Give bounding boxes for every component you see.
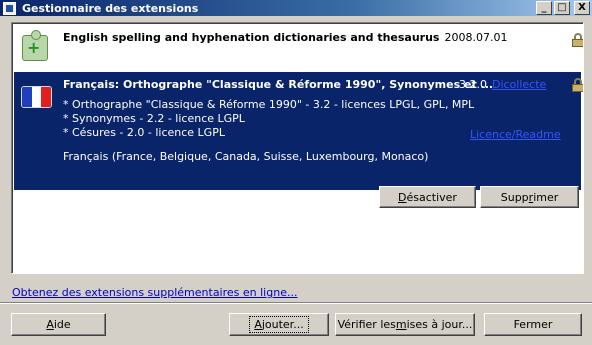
extension-name: English spelling and hyphenation diction… xyxy=(63,31,507,44)
window-controls: _ □ X xyxy=(536,1,590,15)
maximize-button[interactable]: □ xyxy=(554,1,570,15)
window-title: Gestionnaire des extensions xyxy=(22,1,199,15)
detail-line: * Synonymes - 2.2 - licence LGPL xyxy=(63,112,245,125)
btn-accel-key: A xyxy=(46,318,54,331)
title-bar[interactable]: Gestionnaire des extensions _ □ X xyxy=(0,0,592,16)
close-window-button[interactable]: X xyxy=(574,1,590,15)
flag-stripe-red xyxy=(41,87,51,107)
extensions-list[interactable]: + English spelling and hyphenation dicti… xyxy=(11,22,584,274)
separator-highlight xyxy=(0,303,592,304)
btn-accel-key: D xyxy=(398,190,407,204)
btn-text-post: jouter... xyxy=(261,318,304,331)
btn-text-post: ésactiver xyxy=(406,190,457,204)
detail-line: * Césures - 2.0 - licence LGPL xyxy=(63,126,225,139)
help-button[interactable]: Aide xyxy=(11,313,106,336)
minimize-button[interactable]: _ xyxy=(536,1,552,15)
btn-text-pre: Supp xyxy=(500,190,529,204)
lock-icon xyxy=(572,78,583,92)
flag-stripe-white xyxy=(31,87,42,107)
extension-version: 2008.07.01 xyxy=(444,31,508,44)
btn-text-pre: Vérifier les xyxy=(337,318,396,331)
extension-item-english-dictionaries[interactable]: + English spelling and hyphenation dicti… xyxy=(14,25,583,71)
btn-accel-key: A xyxy=(254,318,262,331)
extension-details: * Orthographe "Classique & Réforme 1990"… xyxy=(63,98,474,140)
extension-name: Français: Orthographe "Classique & Réfor… xyxy=(63,78,494,91)
licence-readme-link[interactable]: Licence/Readme xyxy=(470,128,561,141)
remove-button[interactable]: Supp r imer xyxy=(480,186,579,208)
french-flag-icon xyxy=(21,86,52,108)
extension-item-francais-dictionaries[interactable]: Français: Orthographe "Classique & Réfor… xyxy=(14,72,583,208)
get-more-extensions-link[interactable]: Obtenez des extensions supplémentaires e… xyxy=(12,286,297,299)
btn-accel-key: m xyxy=(395,318,407,331)
lock-icon xyxy=(572,33,583,47)
deactivate-button[interactable]: Désactiver xyxy=(379,186,476,208)
btn-text-post: imer xyxy=(533,190,559,204)
detail-line: * Orthographe "Classique & Réforme 1990"… xyxy=(63,98,475,111)
close-button[interactable]: Fermer xyxy=(484,313,582,336)
check-updates-button[interactable]: Vérifier les m ises à jour... xyxy=(335,313,475,336)
btn-text-post: ises à jour... xyxy=(406,318,473,331)
focus-ring: Ajouter... xyxy=(249,316,309,333)
extension-name-text: English spelling and hyphenation diction… xyxy=(63,31,440,44)
flag-stripe-blue xyxy=(22,87,32,107)
puzzle-plus-icon: + xyxy=(22,30,48,61)
app-icon[interactable] xyxy=(3,1,16,15)
add-button[interactable]: Ajouter... xyxy=(229,313,329,336)
extension-version: 3.2.0 xyxy=(459,78,487,91)
btn-text-post: ide xyxy=(53,318,71,331)
dicollecte-link[interactable]: Dicollecte xyxy=(492,78,546,91)
extension-languages: Français (France, Belgique, Canada, Suis… xyxy=(63,150,429,163)
